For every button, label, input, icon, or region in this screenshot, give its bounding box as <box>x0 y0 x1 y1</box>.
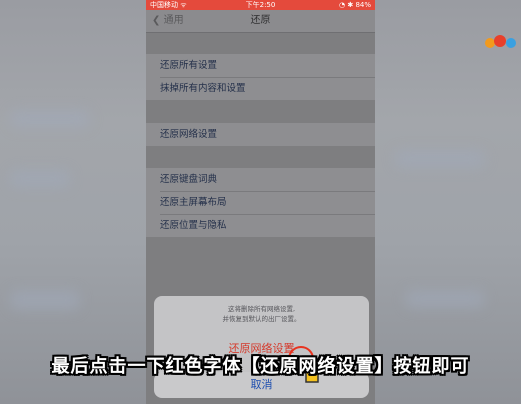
blurred-shape <box>10 290 80 310</box>
message-line: 并恢复到默认的出厂设置。 <box>222 315 301 323</box>
settings-item-reset-keyboard[interactable]: 还原键盘词典 <box>146 168 375 191</box>
page-title: 还原 <box>250 15 271 26</box>
settings-item-erase-all-content[interactable]: 抹掉所有内容和设置 <box>146 77 375 100</box>
settings-group-reset-all: 还原所有设置 抹掉所有内容和设置 <box>146 54 375 100</box>
blurred-shape <box>10 170 70 188</box>
settings-group-other: 还原键盘词典 还原主屏幕布局 还原位置与隐私 <box>146 168 375 237</box>
settings-group-network: 还原网络设置 <box>146 123 375 146</box>
action-sheet-message: 这将删除所有网络设置, 并恢复到默认的出厂设置。 <box>154 304 369 324</box>
settings-item-reset-network[interactable]: 还原网络设置 <box>146 123 375 146</box>
blurred-shape <box>10 110 90 128</box>
blurred-background-left <box>0 0 146 404</box>
settings-item-reset-location-privacy[interactable]: 还原位置与隐私 <box>146 214 375 237</box>
navigation-bar: ❮ 通用 还原 <box>146 10 375 33</box>
settings-item-reset-home-screen[interactable]: 还原主屏幕布局 <box>146 191 375 214</box>
settings-item-reset-all-settings[interactable]: 还原所有设置 <box>146 54 375 77</box>
battery-status: ◔ ✱ 84% <box>339 1 371 9</box>
blurred-background-right <box>375 0 521 404</box>
message-line: 这将删除所有网络设置, <box>227 305 296 313</box>
blurred-shape <box>395 150 485 168</box>
watermark-logo-icon <box>485 35 516 48</box>
video-subtitle: 最后点击一下红色字体【还原网络设置】按钮即可 <box>51 356 470 377</box>
blurred-shape <box>405 290 485 308</box>
status-bar: 中国移动 ᯤ 下午2:50 ◔ ✱ 84% <box>146 0 375 10</box>
